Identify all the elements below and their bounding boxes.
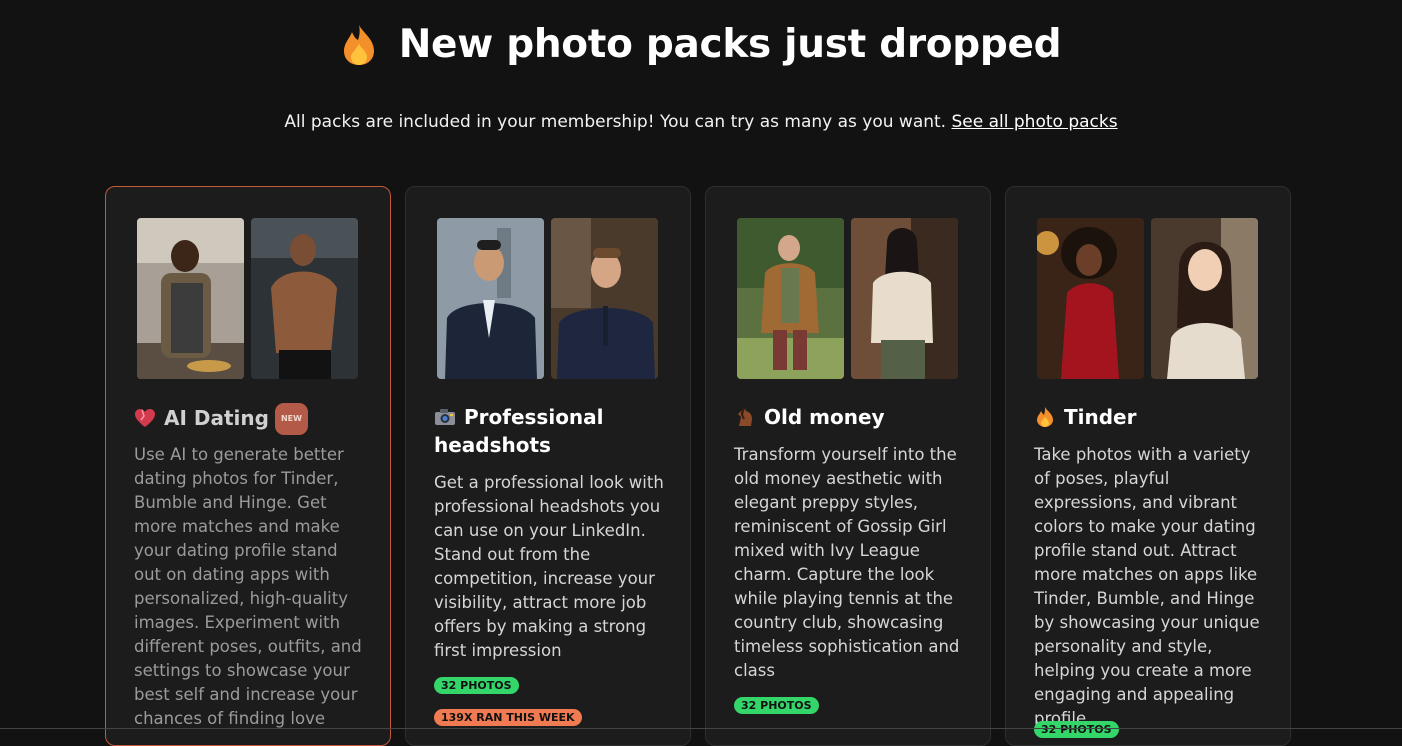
pack-photo [737, 218, 844, 379]
pack-title: Tinder [1034, 403, 1274, 431]
pack-description: Transform yourself into the old money ae… [734, 445, 960, 680]
page-subtitle: All packs are included in your membershi… [0, 112, 1402, 132]
pack-photos [1037, 218, 1258, 379]
pack-photo [251, 218, 358, 379]
pack-card-professional-headshots[interactable]: Professional headshots Get a professiona… [405, 186, 691, 746]
subtitle-text: All packs are included in your membershi… [284, 112, 947, 132]
pack-photo [551, 218, 658, 379]
see-all-photo-packs-link[interactable]: See all photo packs [952, 112, 1118, 132]
photo-count-badge: 32 PHOTOS [1034, 721, 1119, 738]
pack-photos [437, 218, 658, 379]
page-header: New photo packs just dropped [0, 22, 1402, 67]
camera-icon [435, 409, 455, 425]
runs-this-week-badge: 139X RAN THIS WEEK [434, 709, 582, 726]
pack-description: Take photos with a variety of poses, pla… [1034, 445, 1260, 728]
pack-title: Professional headshots [434, 405, 604, 457]
pack-title: Old money [734, 403, 974, 431]
horse-icon [738, 407, 752, 426]
pack-photos [737, 218, 958, 379]
pack-description: Use AI to generate better dating photos … [134, 445, 362, 728]
fire-icon [1037, 407, 1053, 427]
pack-photos [137, 218, 358, 379]
page-title: New photo packs just dropped [398, 22, 1062, 67]
heart-icon [135, 409, 155, 427]
fire-icon [343, 24, 374, 65]
pack-title: AI Dating NEW [134, 403, 374, 435]
pack-photo [437, 218, 544, 379]
pack-photo [137, 218, 244, 379]
divider [0, 728, 1402, 729]
new-badge: NEW [274, 403, 308, 435]
pack-photo [851, 218, 958, 379]
pack-card-ai-dating[interactable]: AI Dating NEW Use AI to generate better d… [105, 186, 391, 746]
pack-description: Get a professional look with professiona… [434, 473, 664, 660]
pack-photo [1151, 218, 1258, 379]
pack-card-tinder[interactable]: Tinder Take photos with a variety of pos… [1005, 186, 1291, 746]
photo-count-badge: 32 PHOTOS [734, 697, 819, 714]
pack-photo [1037, 218, 1144, 379]
pack-card-old-money[interactable]: Old money Transform yourself into the ol… [705, 186, 991, 746]
photo-count-badge: 32 PHOTOS [434, 677, 519, 694]
